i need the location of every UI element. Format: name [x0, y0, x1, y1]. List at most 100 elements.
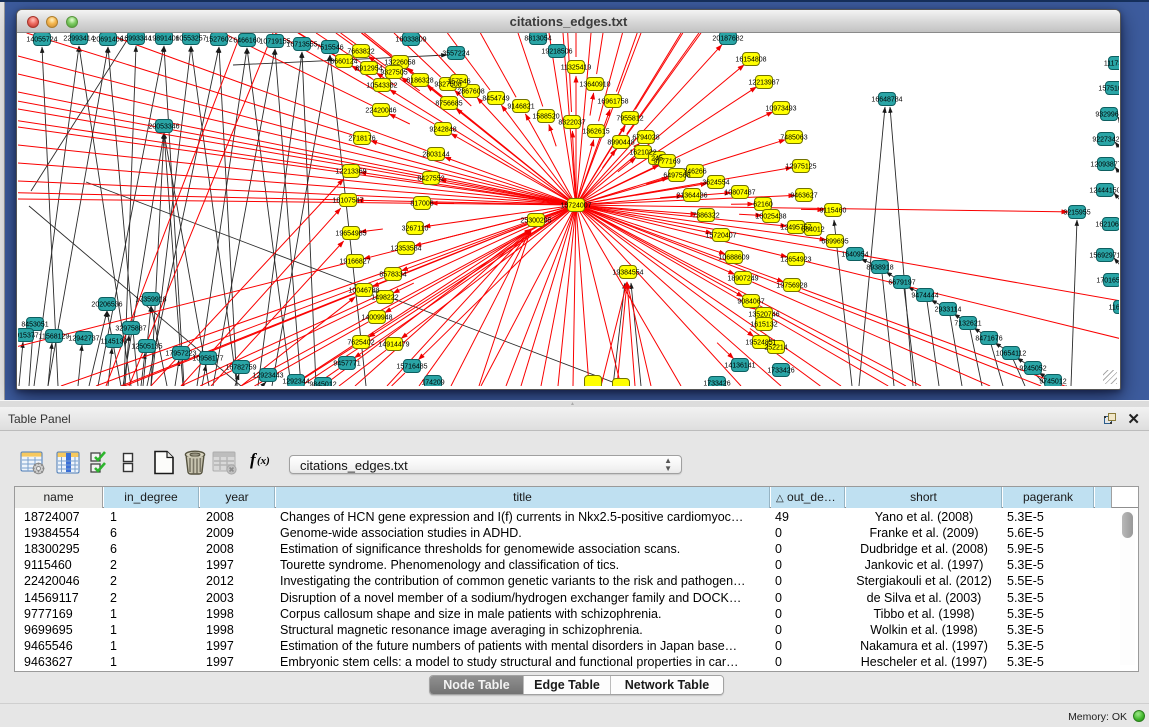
svg-text:32975887: 32975887 [115, 325, 146, 332]
svg-text:8938918: 8938918 [866, 264, 893, 271]
svg-text:6679197: 6679197 [888, 279, 915, 286]
svg-text:157546: 157546 [447, 78, 470, 85]
svg-text:12444150: 12444150 [1089, 187, 1119, 194]
svg-text:884012: 884012 [801, 226, 824, 233]
svg-text:15716485: 15716485 [396, 363, 427, 370]
svg-text:12923443: 12923443 [252, 372, 283, 379]
svg-text:(x): (x) [257, 455, 270, 467]
svg-text:9242848: 9242848 [429, 126, 456, 133]
svg-text:20187682: 20187682 [712, 35, 743, 42]
svg-text:16961758: 16961758 [597, 98, 628, 105]
svg-text:14914479: 14914479 [378, 341, 409, 348]
svg-text:7663822: 7663822 [347, 48, 374, 55]
svg-text:16713555: 16713555 [286, 41, 317, 48]
svg-text:252214: 252214 [764, 344, 787, 351]
svg-text:8990448: 8990448 [607, 139, 634, 146]
svg-text:8578334: 8578334 [379, 271, 406, 278]
svg-text:6794028: 6794028 [632, 134, 659, 141]
svg-text:10973493: 10973493 [765, 105, 796, 112]
svg-text:8454749: 8454749 [482, 95, 509, 102]
svg-text:10807487: 10807487 [724, 189, 755, 196]
svg-text:15692971: 15692971 [1089, 252, 1119, 259]
svg-text:3267110: 3267110 [402, 225, 429, 232]
svg-text:8756685: 8756685 [435, 100, 462, 107]
svg-text:1117304: 1117304 [1104, 60, 1119, 67]
svg-text:8813054: 8813054 [524, 35, 551, 42]
svg-text:3915377: 3915377 [18, 332, 39, 339]
svg-text:7955812: 7955812 [616, 115, 643, 122]
svg-text:13226058: 13226058 [384, 59, 415, 66]
svg-text:1362615: 1362615 [582, 128, 609, 135]
svg-text:9115460: 9115460 [820, 207, 847, 214]
svg-text:2803144: 2803144 [422, 151, 449, 158]
svg-text:174209: 174209 [421, 379, 444, 386]
svg-text:12654923: 12654923 [780, 256, 811, 263]
svg-text:20053346: 20053346 [148, 123, 179, 130]
svg-text:9745012: 9745012 [1039, 378, 1066, 385]
svg-text:25300295: 25300295 [520, 217, 551, 224]
svg-text:10553257: 10553257 [175, 35, 206, 42]
svg-text:16782759: 16782759 [225, 364, 256, 371]
svg-text:9463627: 9463627 [790, 192, 817, 199]
svg-text:16154808: 16154808 [735, 56, 766, 63]
svg-text:14136141: 14136141 [724, 362, 755, 369]
svg-text:9845012: 9845012 [309, 381, 336, 386]
svg-text:7515546: 7515546 [316, 44, 343, 51]
svg-text:8427552: 8427552 [417, 175, 444, 182]
svg-text:9084067: 9084067 [737, 298, 764, 305]
svg-text:22420046: 22420046 [365, 107, 396, 114]
svg-text:62160: 62160 [753, 201, 773, 208]
svg-text:12942737: 12942737 [68, 335, 99, 342]
svg-text:19384554: 19384554 [612, 269, 643, 276]
svg-text:8471676: 8471676 [975, 335, 1002, 342]
svg-text:3557224: 3557224 [442, 50, 469, 57]
svg-text:1733426: 1733426 [703, 380, 730, 386]
svg-text:9227342: 9227342 [1092, 136, 1119, 143]
svg-text:1167533: 1167533 [1109, 304, 1119, 311]
svg-text:10046788: 10046788 [348, 287, 379, 294]
svg-text:13520746: 13520746 [748, 311, 779, 318]
svg-text:9777169: 9777169 [653, 158, 680, 165]
svg-text:1145139: 1145139 [101, 338, 128, 345]
svg-text:9329966: 9329966 [1095, 111, 1119, 118]
svg-text:15751074: 15751074 [1098, 85, 1119, 92]
svg-text:2718176: 2718176 [348, 135, 375, 142]
svg-text:9474444: 9474444 [911, 292, 938, 299]
svg-text:14055724: 14055724 [26, 36, 57, 43]
svg-text:8660124: 8660124 [330, 58, 357, 65]
svg-text:22993414: 22993414 [63, 35, 94, 42]
svg-text:18907249: 18907249 [727, 275, 758, 282]
svg-text:12353584: 12353584 [390, 245, 421, 252]
svg-text:21364436: 21364436 [676, 192, 707, 199]
svg-text:3215955: 3215955 [1063, 209, 1090, 216]
svg-text:16648784: 16648784 [871, 96, 902, 103]
svg-text:9245052: 9245052 [1019, 365, 1046, 372]
svg-text:11568129: 11568129 [39, 333, 70, 340]
svg-text:746266: 746266 [683, 168, 706, 175]
svg-text:12093877: 12093877 [1090, 161, 1119, 168]
svg-text:12213987: 12213987 [748, 79, 779, 86]
svg-text:8453051: 8453051 [21, 321, 48, 328]
svg-text:7386322: 7386322 [692, 212, 719, 219]
svg-text:18107547: 18107547 [332, 197, 363, 204]
svg-text:6466160: 6466160 [233, 37, 260, 44]
svg-text:9457771: 9457771 [333, 360, 360, 367]
svg-text:20691406: 20691406 [92, 36, 123, 43]
svg-text:1588520: 1588520 [532, 113, 559, 120]
svg-text:8186328: 8186328 [406, 77, 433, 84]
svg-text:6899695: 6899695 [821, 238, 848, 245]
svg-text:1733426: 1733426 [767, 367, 794, 374]
svg-text:14009948: 14009948 [361, 314, 392, 321]
svg-text:1292344: 1292344 [282, 378, 309, 385]
svg-text:1640954: 1640954 [841, 251, 868, 258]
svg-text:3624554: 3624554 [702, 179, 729, 186]
svg-text:1527602: 1527602 [205, 36, 232, 43]
svg-text:10025438: 10025438 [755, 213, 786, 220]
svg-text:13640910: 13640910 [579, 81, 610, 88]
svg-text:16033809: 16033809 [395, 36, 426, 43]
svg-text:11325419: 11325419 [561, 64, 592, 71]
svg-text:9146821: 9146821 [507, 103, 534, 110]
svg-text:7485063: 7485063 [780, 134, 807, 141]
svg-text:7132621: 7132621 [954, 320, 981, 327]
svg-text:19166827: 19166827 [339, 258, 370, 265]
